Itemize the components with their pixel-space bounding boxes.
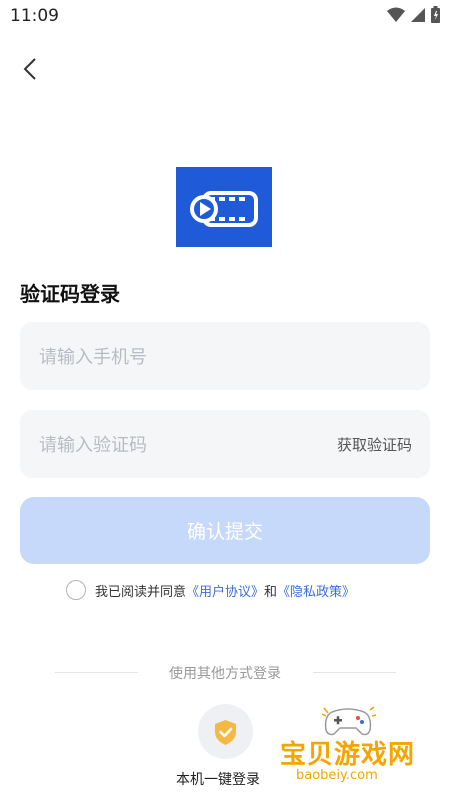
back-arrow-icon[interactable] [14,52,48,86]
one-click-login-label: 本机一键登录 [176,772,260,788]
phone-field[interactable]: 请输入手机号 [20,322,430,390]
submit-button[interactable]: 确认提交 [20,497,430,564]
watermark-title: 宝贝游戏网 [280,740,416,770]
status-time: 11:09 [10,6,59,26]
wifi-icon [387,7,405,22]
app-logo [176,167,272,247]
video-icon [190,191,258,227]
one-click-login-button[interactable] [198,704,253,759]
signal-icon [411,7,425,22]
agreement-and: 和 [264,584,278,600]
code-field[interactable]: 请输入验证码 获取验证码 [20,410,430,478]
watermark-url: baobeiy.com [296,768,378,783]
status-bar: 11:09 [0,0,450,32]
agree-checkbox[interactable] [66,580,86,600]
agreement-row: 我已阅读并同意 《用户协议》 和 《隐私政策》 [66,577,355,603]
privacy-policy-link[interactable]: 《隐私政策》 [277,581,355,600]
watermark: 宝贝游戏网 baobeiy.com [270,700,450,800]
page-title: 验证码登录 [20,282,120,306]
status-icons [387,6,440,23]
code-placeholder: 请输入验证码 [39,435,147,456]
get-code-button[interactable]: 获取验证码 [337,434,412,455]
phone-placeholder: 请输入手机号 [39,347,147,368]
user-agreement-link[interactable]: 《用户协议》 [186,581,264,600]
battery-icon [431,6,440,23]
shield-check-icon [215,720,236,745]
other-login-label: 使用其他方式登录 [169,666,281,682]
agreement-prefix: 我已阅读并同意 [95,584,187,600]
submit-label: 确认提交 [186,521,263,543]
